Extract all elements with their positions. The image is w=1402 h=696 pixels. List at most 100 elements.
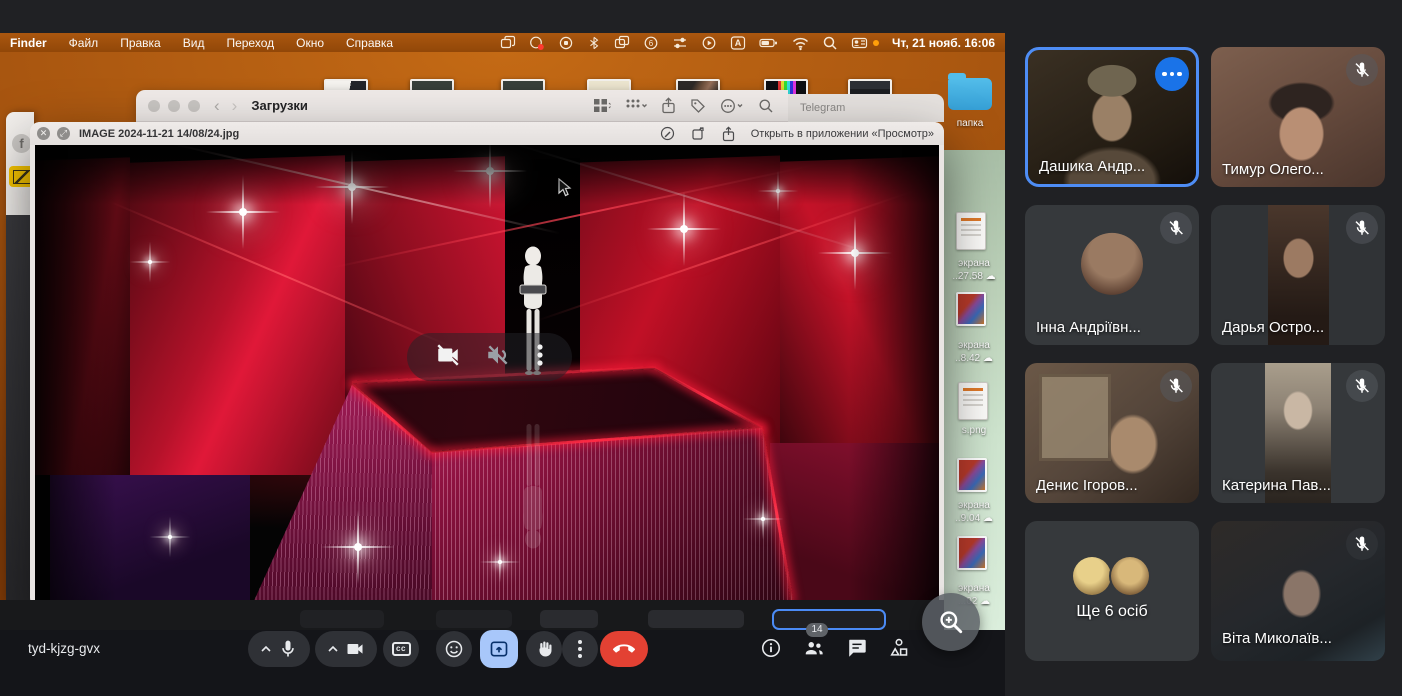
- windows-icon[interactable]: [614, 35, 630, 51]
- present-screen-button[interactable]: [480, 630, 518, 668]
- fast-user-switch-icon[interactable]: [851, 35, 869, 51]
- input-source-badge[interactable]: A: [730, 35, 746, 51]
- previewed-image: [35, 145, 939, 603]
- mouse-cursor: [558, 178, 572, 203]
- open-in-preview-button[interactable]: Открыть в приложении «Просмотр»: [751, 128, 934, 140]
- participant-tile[interactable]: Віта Миколаїв...: [1211, 521, 1385, 661]
- zoom-window-button[interactable]: [188, 100, 200, 112]
- microphone-button[interactable]: [248, 631, 310, 667]
- raise-hand-button[interactable]: [526, 631, 562, 667]
- file-icon[interactable]: [957, 536, 987, 570]
- menubar-app-name[interactable]: Finder: [10, 36, 47, 50]
- group-by-icon[interactable]: [625, 98, 647, 113]
- telegram-window-titlebar[interactable]: Telegram: [788, 94, 944, 122]
- participant-tile[interactable]: Денис Ігоров...: [1025, 363, 1199, 503]
- search-icon[interactable]: [758, 98, 774, 114]
- windows-stack-icon[interactable]: [500, 35, 516, 51]
- file-icon[interactable]: [958, 382, 988, 420]
- light-flare: [851, 249, 859, 257]
- markup-icon[interactable]: [660, 126, 675, 141]
- dialog-button[interactable]: [300, 610, 384, 628]
- dialog-button[interactable]: [648, 610, 744, 628]
- background-dialog-strip: [0, 600, 944, 630]
- file-icon[interactable]: [957, 458, 987, 492]
- svg-text:6: 6: [649, 39, 654, 48]
- bluetooth-icon[interactable]: [587, 35, 601, 51]
- stage-panel: [130, 155, 345, 483]
- stage-panel: [35, 157, 130, 480]
- chevron-up-icon[interactable]: [327, 643, 339, 655]
- meeting-details-button[interactable]: [760, 637, 782, 664]
- participant-tile[interactable]: Дарья Остро...: [1211, 205, 1385, 345]
- more-options-icon[interactable]: [720, 98, 744, 114]
- window-controls[interactable]: [148, 100, 200, 112]
- overflow-participants-tile[interactable]: Ще 6 осіб: [1025, 521, 1199, 661]
- minimize-button[interactable]: [168, 100, 180, 112]
- participant-name: Катерина Пав...: [1222, 477, 1331, 494]
- tag-icon[interactable]: [690, 98, 706, 114]
- tile-menu-button[interactable]: [1155, 57, 1189, 91]
- dialog-button[interactable]: [540, 610, 598, 628]
- file-label: ..27.58 ☁: [942, 271, 1005, 282]
- menu-window[interactable]: Окно: [296, 36, 324, 50]
- activities-button[interactable]: [888, 637, 910, 664]
- mic-off-badge: [1160, 212, 1192, 244]
- facebook-icon: f: [12, 134, 31, 153]
- file-icon[interactable]: [956, 212, 986, 250]
- stage-panel: [780, 156, 939, 482]
- participant-tile[interactable]: Катерина Пав...: [1211, 363, 1385, 503]
- menu-go[interactable]: Переход: [226, 36, 274, 50]
- participant-tile[interactable]: Дашика Андр...: [1025, 47, 1199, 187]
- close-icon[interactable]: ✕: [37, 127, 50, 140]
- light-flare: [239, 208, 247, 216]
- mic-off-badge: [1160, 370, 1192, 402]
- forward-icon[interactable]: ›: [232, 97, 238, 114]
- notification-badge-icon[interactable]: 6: [643, 35, 659, 51]
- svg-text:A: A: [735, 38, 742, 48]
- camera-icon: [345, 639, 365, 659]
- fullscreen-icon[interactable]: ⤢: [57, 127, 70, 140]
- back-icon[interactable]: ‹: [214, 97, 220, 114]
- share-icon[interactable]: [661, 97, 676, 114]
- more-options-button[interactable]: [562, 631, 598, 667]
- share-icon[interactable]: [722, 126, 735, 142]
- present-icon: [489, 639, 509, 659]
- meeting-panels: [760, 637, 910, 664]
- view-grid-icon[interactable]: [593, 98, 611, 113]
- folder-icon[interactable]: [948, 78, 992, 110]
- participant-tile[interactable]: Тимур Олего...: [1211, 47, 1385, 187]
- light-flare: [168, 535, 172, 539]
- chat-button[interactable]: [846, 637, 868, 664]
- menu-view[interactable]: Вид: [183, 36, 205, 50]
- camera-button[interactable]: [315, 631, 377, 667]
- menu-file[interactable]: Файл: [69, 36, 99, 50]
- call-end-icon: [613, 638, 635, 660]
- finder-window-toolbar: ‹ › Загрузки: [136, 90, 788, 122]
- end-call-button[interactable]: [600, 631, 648, 667]
- captions-button[interactable]: cc: [383, 631, 419, 667]
- reactions-button[interactable]: [436, 631, 472, 667]
- battery-icon[interactable]: [759, 35, 779, 51]
- dialog-button[interactable]: [436, 610, 512, 628]
- wifi-icon[interactable]: [792, 35, 809, 51]
- participants-button[interactable]: [802, 637, 826, 664]
- light-flare: [498, 560, 502, 564]
- participant-tile[interactable]: Інна Андріївн...: [1025, 205, 1199, 345]
- mic-off-badge: [1346, 528, 1378, 560]
- zoom-shared-screen-button[interactable]: [922, 593, 980, 651]
- close-button[interactable]: [148, 100, 160, 112]
- app-status-icon[interactable]: [558, 35, 574, 51]
- file-icon[interactable]: [956, 292, 986, 326]
- light-flare: [680, 225, 688, 233]
- toggles-icon[interactable]: [672, 35, 688, 51]
- spotlight-search-icon[interactable]: [822, 35, 838, 51]
- now-playing-icon[interactable]: [701, 35, 717, 51]
- participant-name: Дарья Остро...: [1222, 319, 1324, 336]
- menubar-clock[interactable]: Чт, 21 нояб. 16:06: [892, 36, 995, 50]
- menu-help[interactable]: Справка: [346, 36, 393, 50]
- screen-recording-icon[interactable]: [529, 35, 545, 51]
- menu-edit[interactable]: Правка: [120, 36, 161, 50]
- rotate-icon[interactable]: [691, 126, 706, 141]
- chevron-up-icon[interactable]: [260, 643, 272, 655]
- dialog-primary-button[interactable]: [772, 609, 886, 630]
